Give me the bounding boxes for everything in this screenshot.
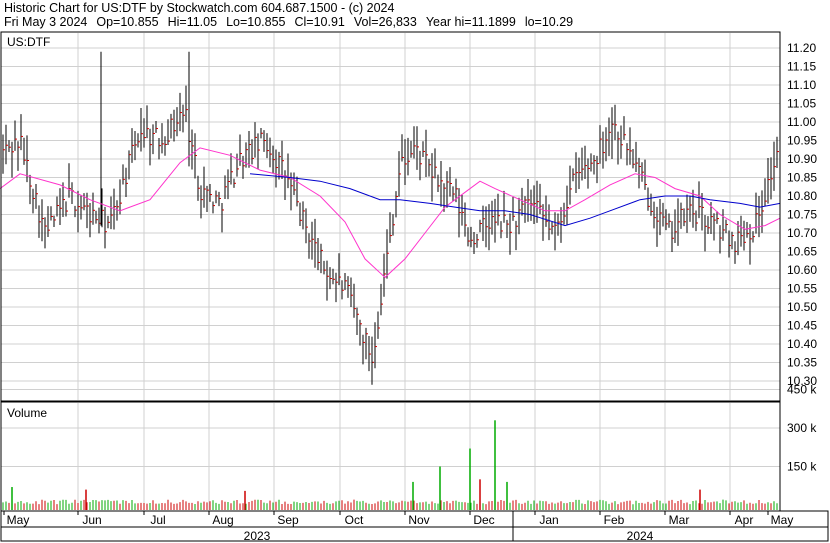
month-label: Oct xyxy=(345,513,364,527)
panel-frames xyxy=(0,31,829,542)
price-axis-labels: 11.20 11.15 11.10 11.05 11.00 10.95 10.90 10.85… xyxy=(787,41,817,388)
price-tick-label: 10.80 xyxy=(787,189,817,203)
price-tick-label: 10.50 xyxy=(787,300,817,314)
price-tick-label: 10.70 xyxy=(787,226,817,240)
volume-tick-label: 150 k xyxy=(787,460,817,474)
price-tick-label: 10.55 xyxy=(787,282,817,296)
month-label: Aug xyxy=(212,513,233,527)
volume-tick-label: 450 k xyxy=(787,383,817,397)
month-label: Feb xyxy=(604,513,625,527)
price-tick-label: 11.10 xyxy=(787,78,816,92)
month-label: Apr xyxy=(735,513,754,527)
moving-average-slow xyxy=(249,173,781,227)
year-label: 2024 xyxy=(627,529,654,543)
volume-axis-labels: 450 k 300 k 150 k xyxy=(787,383,817,474)
price-tick-label: 10.85 xyxy=(787,171,817,185)
price-tick-label: 11.20 xyxy=(787,41,816,55)
month-axis-labels: May Jun Jul Aug Sep Oct Nov Dec Jan Feb Mar Apr May xyxy=(3,511,794,527)
price-tick-label: 10.35 xyxy=(787,356,817,370)
price-tick-label: 10.95 xyxy=(787,134,817,148)
volume-panel-frame xyxy=(0,401,781,512)
volume-grid xyxy=(1,389,780,510)
volume-label: Volume xyxy=(7,406,47,420)
price-tick-label: 11.15 xyxy=(787,60,816,74)
price-volume-chart: US:DTF Volume 11.2011.1511.1011.0511.001… xyxy=(0,31,829,543)
month-label: Sep xyxy=(277,513,299,527)
volume-bars xyxy=(2,420,778,510)
month-label: Jan xyxy=(539,513,558,527)
price-tick-label: 10.45 xyxy=(787,319,817,333)
price-tick-label: 10.65 xyxy=(787,245,817,259)
month-label: Jul xyxy=(150,513,165,527)
price-tick-label: 10.90 xyxy=(787,152,817,166)
month-label: May xyxy=(7,513,30,527)
price-tick-label: 11.05 xyxy=(787,97,816,111)
volume-tick-label: 300 k xyxy=(787,421,817,435)
year-label: 2023 xyxy=(244,529,271,543)
price-tick-label: 10.75 xyxy=(787,208,817,222)
symbol-label: US:DTF xyxy=(7,35,50,49)
month-label: Dec xyxy=(473,513,494,527)
month-label: Mar xyxy=(669,513,690,527)
price-tick-label: 10.40 xyxy=(787,337,817,351)
month-label: Jun xyxy=(82,513,101,527)
month-label: May xyxy=(771,513,794,527)
month-label: Nov xyxy=(408,513,429,527)
price-tick-label: 11.00 xyxy=(787,115,816,129)
price-tick-label: 10.60 xyxy=(787,263,817,277)
price-bars xyxy=(2,51,781,385)
